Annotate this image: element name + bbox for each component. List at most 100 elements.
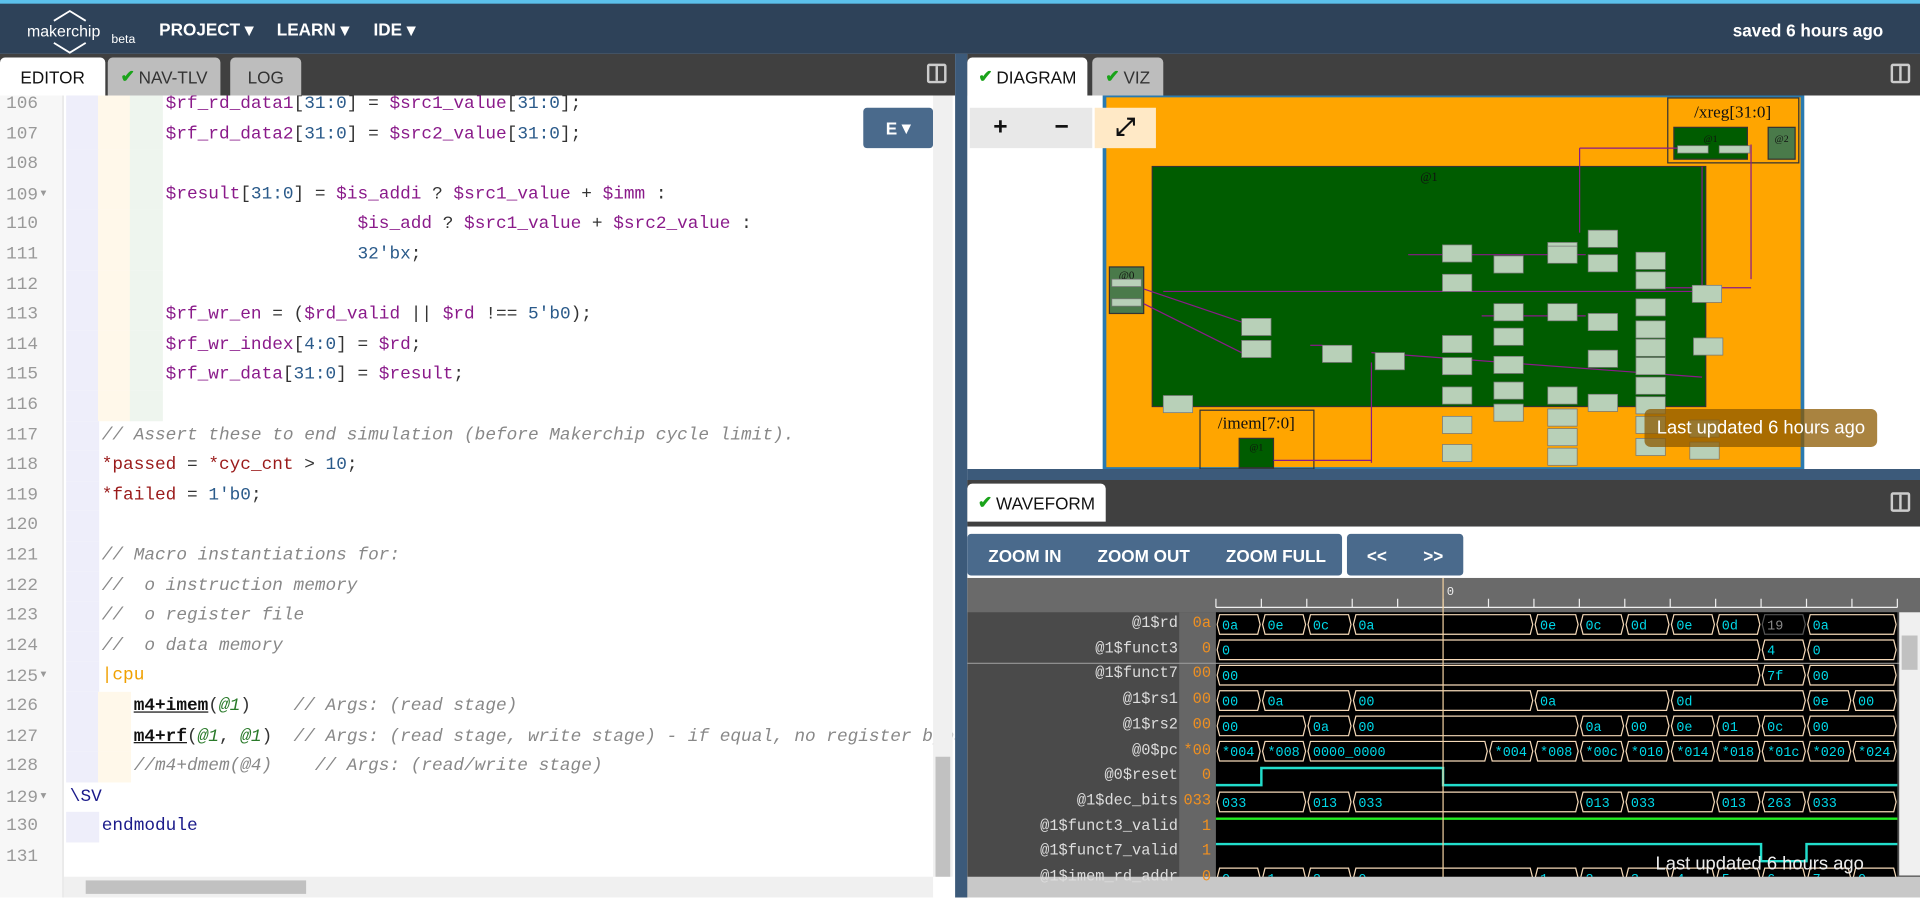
tab-editor[interactable]: EDITOR xyxy=(0,57,106,96)
fit-expand-button[interactable]: ⤢ xyxy=(1094,107,1156,149)
signal-name[interactable]: @1$funct3_valid xyxy=(967,817,1178,834)
code-line[interactable]: endmodule xyxy=(102,812,198,842)
code-line[interactable]: // Assert these to end simulation (befor… xyxy=(102,421,795,451)
split-pane-icon[interactable] xyxy=(1890,492,1911,512)
line-number: 106 xyxy=(6,95,39,114)
zoom-out-button[interactable]: − xyxy=(1031,107,1093,149)
scroll-left-button[interactable]: << xyxy=(1349,535,1405,576)
zoom-full-button[interactable]: ZOOM FULL xyxy=(1214,535,1338,576)
signal-name[interactable]: @1$funct3 xyxy=(967,640,1178,657)
signal-name[interactable]: @1$imem_rd_addr xyxy=(967,868,1178,885)
code-line[interactable]: $rf_rd_data1[31:0] = $src1_value[31:0]; xyxy=(166,96,582,120)
split-pane-icon[interactable] xyxy=(1890,63,1911,84)
code-line[interactable]: //m4+dmem(@4) // Args: (read/write stage… xyxy=(134,752,603,782)
signal-value: 1 xyxy=(1201,817,1212,835)
wave-value: *004 xyxy=(1495,746,1527,761)
fold-arrow-icon[interactable]: ▼ xyxy=(41,670,47,681)
menu-ide[interactable]: IDE ▾ xyxy=(373,20,415,41)
fold-arrow-icon[interactable]: ▼ xyxy=(41,791,47,802)
wave-value: 013 xyxy=(1585,797,1609,812)
indent-guide xyxy=(98,691,132,722)
menu-learn[interactable]: LEARN ▾ xyxy=(277,20,349,41)
signal-name[interactable]: @1$rs2 xyxy=(967,716,1178,733)
code-token: ? xyxy=(421,184,454,205)
diagram-signal-node xyxy=(1493,255,1524,274)
scroll-right-button[interactable]: >> xyxy=(1405,535,1461,576)
code-token: = ( xyxy=(261,305,305,325)
code-token: \SV xyxy=(69,787,102,807)
code-token: = xyxy=(176,485,209,506)
diagram-signal-node xyxy=(1587,254,1618,273)
diagram-tab-bar: ✔ DIAGRAM ✔ VIZ xyxy=(967,53,1920,96)
code-token: 32'bx xyxy=(357,244,411,265)
code-line[interactable]: m4+rf(@1, @1) // Args: (read stage, writ… xyxy=(134,722,955,752)
line-number: 118 xyxy=(6,455,39,476)
split-pane-icon[interactable] xyxy=(926,63,947,84)
tab-diagram[interactable]: ✔ DIAGRAM xyxy=(967,57,1088,96)
indent-guide xyxy=(130,270,164,301)
code-line[interactable]: $rf_wr_en = ($rd_valid || $rd !== 5'b0); xyxy=(166,300,592,330)
signal-name[interactable]: @1$rs1 xyxy=(967,691,1178,708)
tab-viz[interactable]: ✔ VIZ xyxy=(1092,57,1164,96)
code-line[interactable]: // Macro instantiations for: xyxy=(102,541,400,571)
code-line[interactable]: // o instruction memory xyxy=(102,571,358,601)
code-line[interactable]: $is_add ? $src1_value + $src2_value : xyxy=(166,210,751,240)
diagram-signal-node xyxy=(1322,344,1353,363)
code-line[interactable]: $rf_rd_data2[31:0] = $src2_value[31:0]; xyxy=(166,120,582,150)
code-line[interactable]: \SV xyxy=(70,782,102,812)
code-line[interactable]: 32'bx; xyxy=(166,240,421,270)
signal-name[interactable]: @1$dec_bits xyxy=(967,792,1178,809)
code-token: $rf_rd_data2 xyxy=(165,124,294,144)
line-number: 127 xyxy=(6,726,39,747)
editor-menu-button[interactable]: E ▾ xyxy=(863,107,934,149)
code-line[interactable]: *failed = 1'b0; xyxy=(102,481,262,511)
code-token: m4+rf xyxy=(133,726,187,747)
diagram-view[interactable]: @1 @0/xreg[31:0] @1 @2/imem[7:0] @1 + − ⤢ La… xyxy=(967,95,1920,469)
signal-name[interactable]: @1$funct7 xyxy=(967,665,1178,682)
code-line[interactable]: $rf_wr_data[31:0] = $result; xyxy=(166,360,464,390)
code-line[interactable]: $result[31:0] = $is_addi ? $src1_value +… xyxy=(166,180,667,210)
horizontal-scroll-thumb[interactable] xyxy=(85,880,307,894)
waveform-viewer[interactable]: 0 0a 0e 0c 0a 0e 0c 0d 0e 0d 19 0a 0 4 0 00 7f 00 00 0a 00 0a… xyxy=(967,577,1920,898)
signal-name[interactable]: @0$reset xyxy=(967,767,1177,784)
code-line[interactable]: // o data memory xyxy=(102,632,283,662)
code-token: [ xyxy=(282,365,294,385)
signal-name[interactable]: @1$funct7_valid xyxy=(967,843,1178,860)
wave-value: 0c xyxy=(1313,619,1329,634)
zoom-in-wave-button[interactable]: ZOOM IN xyxy=(977,535,1073,576)
code-line[interactable]: m4+imem(@1) // Args: (read stage) xyxy=(134,692,518,722)
menu-project[interactable]: PROJECT ▾ xyxy=(159,20,253,41)
zoom-in-button[interactable]: + xyxy=(969,107,1032,149)
code-token: 4:0 xyxy=(304,335,337,355)
code-editor[interactable]: 106 107 108 109 ▼ 110 111 112 113 114 115 116 117 118… xyxy=(0,95,956,898)
wave-value: 0a xyxy=(1585,721,1601,736)
makerchip-logo[interactable]: makerchip beta xyxy=(27,9,135,59)
code-line[interactable]: $rf_wr_index[4:0] = $rd; xyxy=(166,330,422,360)
pane-divider[interactable] xyxy=(955,53,968,898)
signal-name[interactable]: @1$rd xyxy=(967,615,1178,632)
wave-value: *00c xyxy=(1585,746,1617,761)
code-line[interactable]: // o register file xyxy=(102,601,304,631)
vertical-scroll-thumb[interactable] xyxy=(935,756,951,877)
check-icon: ✔ xyxy=(977,492,993,512)
tab-nav-tlv[interactable]: ✔ NAV-TLV xyxy=(107,57,221,96)
diagram-signal-node xyxy=(1587,313,1618,331)
signal-name[interactable]: @0$pc xyxy=(967,741,1178,758)
code-token: ( xyxy=(208,696,219,717)
code-token: || xyxy=(400,305,443,325)
signal-value: 00 xyxy=(1192,665,1212,683)
stage-1-box xyxy=(1151,165,1707,408)
code-line[interactable]: |cpu xyxy=(102,662,145,692)
signal-value: 00 xyxy=(1192,716,1212,734)
diagram-signal-node xyxy=(1635,271,1666,290)
zoom-out-wave-button[interactable]: ZOOM OUT xyxy=(1087,535,1201,576)
tab-log[interactable]: LOG xyxy=(230,57,302,96)
indent-guide xyxy=(66,511,100,542)
wave-value: 00 xyxy=(1222,670,1238,685)
code-line[interactable]: *passed = *cyc_cnt > 10; xyxy=(102,451,358,481)
code-token: @1 xyxy=(240,726,262,747)
wave-value: 0 xyxy=(1813,645,1821,660)
fold-arrow-icon[interactable]: ▼ xyxy=(41,188,47,199)
tab-waveform[interactable]: ✔ WAVEFORM xyxy=(967,483,1106,522)
